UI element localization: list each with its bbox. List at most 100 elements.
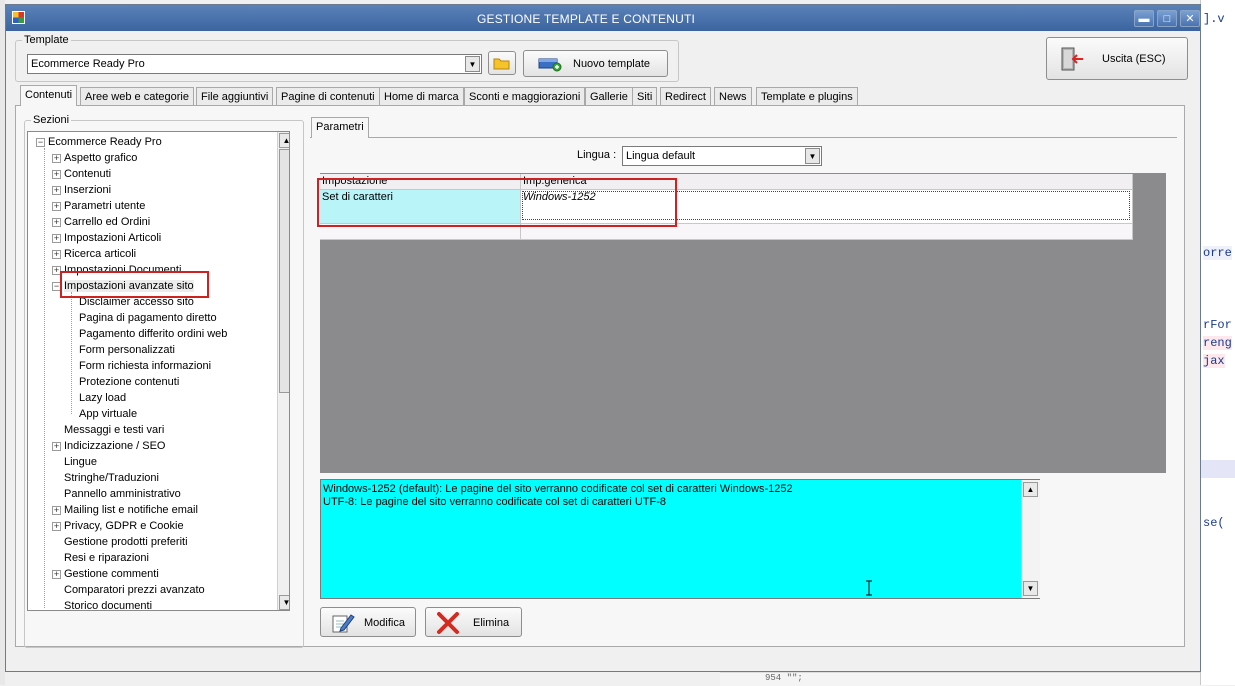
tree-item[interactable]: Pagina di pagamento diretto (79, 310, 217, 326)
tab-sconti[interactable]: Sconti e maggiorazioni (464, 87, 586, 105)
code-line: rFor (1203, 318, 1232, 332)
tree-item[interactable]: Form personalizzati (79, 342, 175, 358)
scroll-thumb[interactable] (279, 149, 289, 393)
tree-item-label: Gestione commenti (64, 568, 159, 580)
modify-button[interactable]: Modifica (320, 607, 416, 637)
tree-item[interactable]: Lazy load (79, 390, 126, 406)
tree-scrollbar[interactable]: ▲ ▼ (277, 132, 289, 610)
tree-item[interactable]: + Gestione commenti (52, 566, 159, 582)
tree-item[interactable]: + Ricerca articoli (52, 246, 136, 262)
tree-item[interactable]: Stringhe/Traduzioni (52, 470, 159, 486)
minimize-button[interactable]: ▬ (1134, 10, 1154, 27)
expand-icon[interactable]: + (52, 201, 61, 211)
chevron-down-icon[interactable]: ▼ (805, 148, 820, 164)
open-folder-button[interactable] (488, 51, 516, 75)
tree-item-label: Stringhe/Traduzioni (64, 472, 159, 484)
tree-item-label: Contenuti (64, 168, 112, 180)
tree-item-label: Ricerca articoli (64, 248, 137, 260)
tree-item[interactable]: Form richiesta informazioni (79, 358, 211, 374)
tree-item-label: Comparatori prezzi avanzato (64, 584, 205, 596)
tree-item[interactable]: + Privacy, GDPR e Cookie (52, 518, 184, 534)
delete-x-icon (437, 612, 459, 634)
tree-item-label: Parametri utente (64, 200, 146, 212)
tree-item-label: Privacy, GDPR e Cookie (64, 520, 184, 532)
tab-aree-web[interactable]: Aree web e categorie (80, 87, 194, 105)
expand-icon[interactable]: + (52, 441, 61, 451)
tab-gallerie[interactable]: Gallerie (585, 87, 633, 105)
tree-item[interactable]: Comparatori prezzi avanzato (52, 582, 205, 598)
sections-tree[interactable]: − Ecommerce Ready Pro + Aspetto grafico + Con… (27, 131, 290, 611)
tree-item-label: Mailing list e notifiche email (64, 504, 198, 516)
scroll-up-arrow[interactable]: ▲ (279, 133, 289, 148)
tree-item[interactable]: + Aspetto grafico (52, 150, 137, 166)
code-line: reng (1203, 336, 1232, 350)
collapse-icon[interactable]: − (36, 137, 45, 147)
delete-button[interactable]: Elimina (425, 607, 522, 637)
tab-redirect[interactable]: Redirect (660, 87, 711, 105)
new-template-button[interactable]: Nuovo template (523, 50, 668, 77)
scroll-down-arrow[interactable]: ▼ (1023, 581, 1038, 596)
expand-icon[interactable]: + (52, 505, 61, 515)
scroll-down-arrow[interactable]: ▼ (279, 595, 289, 610)
tree-item[interactable]: Storico documenti (52, 598, 152, 610)
tree-item[interactable]: Gestione prodotti preferiti (52, 534, 188, 550)
code-highlight-line (1201, 460, 1235, 478)
tab-contenuti[interactable]: Contenuti (20, 85, 78, 106)
expand-icon[interactable]: + (52, 185, 61, 195)
tab-home-marca[interactable]: Home di marca (379, 87, 464, 105)
exit-door-icon (1061, 47, 1083, 71)
tab-news[interactable]: News (714, 87, 752, 105)
tree-item[interactable]: Resi e riparazioni (52, 550, 149, 566)
tree-item[interactable]: + Parametri utente (52, 198, 145, 214)
tree-item[interactable]: Pagamento differito ordini web (79, 326, 227, 342)
template-select[interactable]: Ecommerce Ready Pro ▼ (27, 54, 482, 74)
tree-item[interactable]: Lingue (52, 454, 97, 470)
description-scrollbar[interactable]: ▲ ▼ (1021, 480, 1040, 598)
tab-parametri[interactable]: Parametri (311, 117, 369, 138)
tree-item-label: Resi e riparazioni (64, 552, 149, 564)
tree-item-label: Form personalizzati (79, 344, 175, 356)
exit-label: Uscita (ESC) (1102, 53, 1166, 65)
expand-icon[interactable]: + (52, 169, 61, 179)
tree-item[interactable]: + Inserzioni (52, 182, 111, 198)
tree-item[interactable]: + Contenuti (52, 166, 111, 182)
tab-template-plugins[interactable]: Template e plugins (756, 87, 858, 105)
expand-icon[interactable]: + (52, 217, 61, 227)
tree-guide-line (71, 292, 72, 414)
tree-item[interactable]: Pannello amministrativo (52, 486, 181, 502)
tree-item[interactable]: Messaggi e testi vari (52, 422, 164, 438)
code-line: se( (1203, 516, 1225, 530)
expand-icon[interactable]: + (52, 233, 61, 243)
lingua-select[interactable]: Lingua default ▼ (622, 146, 822, 166)
add-window-icon (538, 58, 562, 72)
tree-item[interactable]: Protezione contenuti (79, 374, 179, 390)
tree-item[interactable]: + Mailing list e notifiche email (52, 502, 198, 518)
title-bar[interactable]: GESTIONE TEMPLATE E CONTENUTI ▬ □ ✕ (6, 5, 1200, 31)
tree-item[interactable]: + Impostazioni Articoli (52, 230, 161, 246)
code-line: orre (1203, 246, 1232, 260)
background-code-editor: ].v orre rFor reng jax se( (1200, 0, 1235, 685)
expand-icon[interactable]: + (52, 521, 61, 531)
description-box[interactable]: Windows-1252 (default): Le pagine del si… (320, 479, 1040, 599)
maximize-button[interactable]: □ (1157, 10, 1177, 27)
tree-item[interactable]: App virtuale (79, 406, 137, 422)
folder-icon (493, 58, 510, 70)
tab-pagine-contenuti[interactable]: Pagine di contenuti (276, 87, 380, 105)
scroll-up-arrow[interactable]: ▲ (1023, 482, 1038, 497)
tree-item[interactable]: + Carrello ed Ordini (52, 214, 150, 230)
close-button[interactable]: ✕ (1180, 10, 1200, 27)
exit-button[interactable]: Uscita (ESC) (1046, 37, 1188, 80)
code-line: jax (1203, 354, 1225, 368)
code-line: ].v (1203, 12, 1225, 26)
tab-file-aggiuntivi[interactable]: File aggiuntivi (196, 87, 274, 105)
expand-icon[interactable]: + (52, 249, 61, 259)
tab-siti[interactable]: Siti (632, 87, 658, 105)
tree-item-label: Impostazioni Articoli (64, 232, 162, 244)
expand-icon[interactable]: + (52, 569, 61, 579)
chevron-down-icon[interactable]: ▼ (465, 56, 480, 72)
tree-item[interactable]: − Ecommerce Ready Pro (36, 134, 162, 150)
tree-item[interactable]: + Indicizzazione / SEO (52, 438, 166, 454)
tree-item-label: Pagina di pagamento diretto (79, 312, 217, 324)
expand-icon[interactable]: + (52, 153, 61, 163)
modify-label: Modifica (364, 617, 405, 629)
